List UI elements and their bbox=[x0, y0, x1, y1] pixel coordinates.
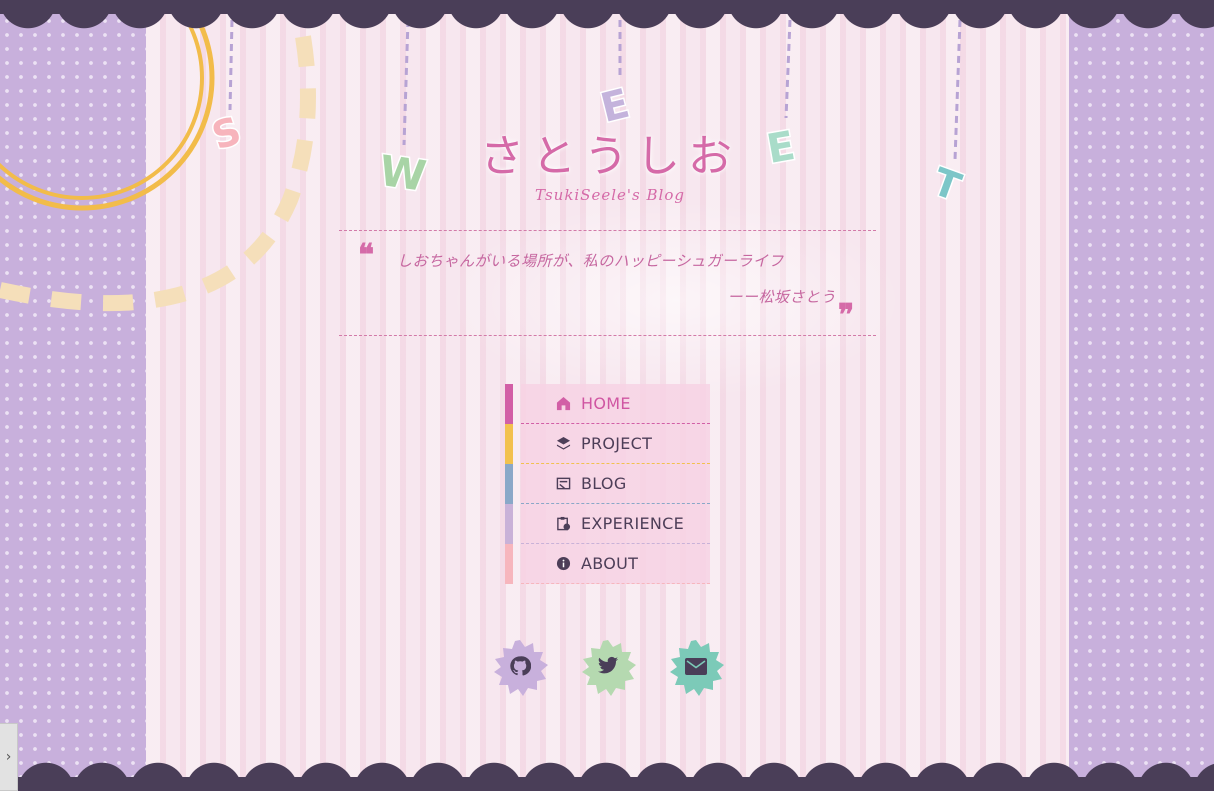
nav-label: BLOG bbox=[581, 474, 627, 493]
cream-dashed-arc bbox=[0, 18, 316, 312]
hanging-letter-e-2: E bbox=[764, 123, 799, 173]
string-w bbox=[402, 19, 410, 146]
hanging-letter-w: W bbox=[376, 146, 429, 201]
site-subtitle: TsukiSeele's Blog bbox=[535, 186, 685, 204]
nav-item-project[interactable]: PROJECT bbox=[505, 424, 710, 464]
twitter-icon bbox=[597, 656, 619, 680]
nav-cell: EXPERIENCE bbox=[521, 504, 710, 544]
twitter-link[interactable] bbox=[578, 638, 638, 698]
nav-item-about[interactable]: ABOUT bbox=[505, 544, 710, 584]
quote-text: しおちゃんがいる場所が、私のハッピーシュガーライフ bbox=[397, 252, 784, 270]
nav-item-blog[interactable]: BLOG bbox=[505, 464, 710, 504]
string-e2 bbox=[784, 19, 792, 119]
nav-item-experience[interactable]: EXPERIENCE bbox=[505, 504, 710, 544]
nav-color-bar bbox=[505, 424, 513, 464]
layers-icon bbox=[555, 436, 571, 452]
info-icon bbox=[555, 556, 571, 572]
nav-cell: HOME bbox=[521, 384, 710, 424]
quote-author: ーー松坂さとう bbox=[727, 288, 836, 306]
nav-color-bar bbox=[505, 544, 513, 584]
close-quote-icon: ❞ bbox=[838, 298, 855, 333]
home-icon bbox=[555, 396, 571, 412]
nav-item-home[interactable]: HOME bbox=[505, 384, 710, 424]
hanging-letter-s: S bbox=[207, 108, 247, 158]
nav-cell: ABOUT bbox=[521, 544, 710, 584]
blog-icon bbox=[555, 476, 571, 492]
email-link[interactable] bbox=[666, 638, 726, 698]
main-nav: HOME PROJECT BLOG EXPERIENCE ABOUT bbox=[505, 384, 710, 584]
nav-label: PROJECT bbox=[581, 434, 653, 453]
nav-label: HOME bbox=[581, 394, 631, 413]
string-t bbox=[953, 19, 962, 161]
social-links bbox=[490, 638, 730, 700]
nav-cell: PROJECT bbox=[521, 424, 710, 464]
nav-color-bar bbox=[505, 504, 513, 544]
nav-cell: BLOG bbox=[521, 464, 710, 504]
hanging-letter-t: T bbox=[927, 159, 966, 209]
string-s bbox=[228, 19, 234, 111]
gold-ring-outer bbox=[0, 0, 215, 211]
github-link[interactable] bbox=[490, 638, 550, 698]
github-icon bbox=[509, 655, 532, 681]
sidebar-toggle-button[interactable]: › bbox=[0, 723, 18, 791]
open-quote-icon: ❝ bbox=[358, 238, 375, 273]
clipboard-clock-icon bbox=[555, 516, 571, 532]
nav-color-bar bbox=[505, 384, 513, 424]
mail-icon bbox=[685, 657, 707, 679]
nav-label: EXPERIENCE bbox=[581, 514, 685, 533]
nav-color-bar bbox=[505, 464, 513, 504]
site-title: さとうしお bbox=[480, 131, 740, 182]
nav-label: ABOUT bbox=[581, 554, 639, 573]
bottom-scallop-bumps bbox=[0, 761, 1214, 791]
quote-block: ❝ しおちゃんがいる場所が、私のハッピーシュガーライフ ーー松坂さとう ❞ bbox=[339, 230, 876, 336]
top-scallop-bumps bbox=[0, 0, 1214, 30]
